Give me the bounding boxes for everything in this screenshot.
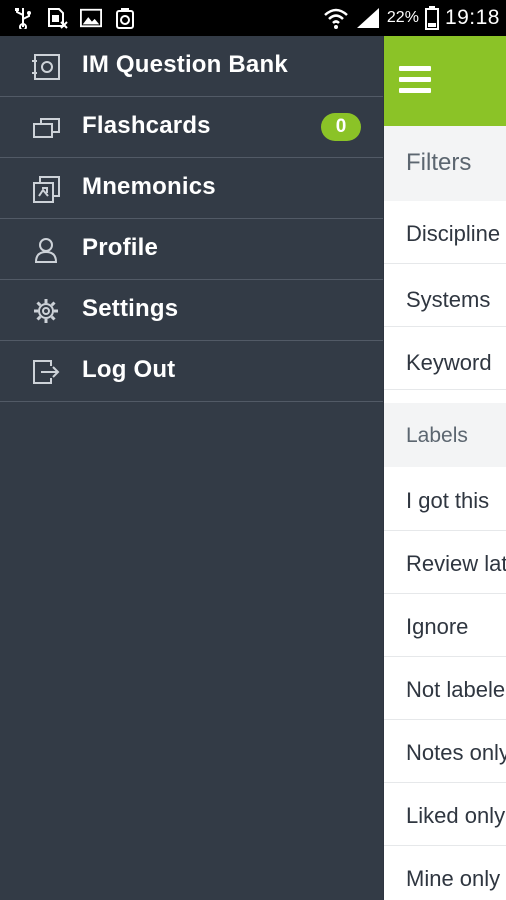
flashcards-icon [31,114,61,142]
app-toolbar [384,36,506,126]
flashcards-count-badge: 0 [321,113,361,141]
menu-item-label: Log Out [82,356,176,383]
battery-percent: 22% [386,9,419,26]
label-row[interactable]: Liked only [384,783,506,846]
question-bank-icon [31,53,61,81]
battery-icon [424,6,439,30]
menu-item-profile[interactable]: Profile [0,219,383,280]
labels-section-header: Labels [384,403,506,467]
recycle-icon [114,7,136,29]
menu-item-question-bank[interactable]: IM Question Bank [0,36,383,97]
signal-icon [355,7,381,29]
usb-icon [12,7,34,29]
filter-row-discipline[interactable]: Discipline [384,201,506,264]
menu-item-flashcards[interactable]: Flashcards 0 [0,97,383,158]
menu-item-label: Profile [82,234,159,261]
profile-icon [31,236,61,264]
mnemonics-icon [31,175,61,203]
menu-item-label: IM Question Bank [82,51,288,78]
filter-row-keyword[interactable]: Keyword [384,327,506,390]
filter-row-systems[interactable]: Systems [384,264,506,327]
label-row[interactable]: Notes only [384,720,506,783]
label-row[interactable]: Review later [384,531,506,594]
status-bar-left [12,6,136,30]
sim-icon [46,7,68,29]
label-row[interactable]: Mine only [384,846,506,900]
menu-item-label: Flashcards [82,112,211,139]
status-bar-right: 22% 19:18 [323,4,500,32]
menu-item-label: Mnemonics [82,173,216,200]
filters-panel: Filters Discipline Systems Keyword Label… [384,36,506,900]
wifi-icon [323,7,349,29]
logout-icon [31,358,61,386]
hamburger-menu-icon[interactable] [399,66,431,94]
menu-item-label: Settings [82,295,179,322]
settings-gear-icon [31,297,61,325]
image-icon [80,7,102,29]
clock: 19:18 [444,6,500,29]
menu-item-settings[interactable]: Settings [0,280,383,341]
label-row[interactable]: Ignore [384,594,506,657]
menu-item-logout[interactable]: Log Out [0,341,383,402]
filters-section-header: Filters [384,126,506,201]
label-row[interactable]: Not labeled [384,657,506,720]
label-row[interactable]: I got this [384,468,506,531]
menu-item-mnemonics[interactable]: Mnemonics [0,158,383,219]
navigation-drawer: IM Question Bank Flashcards 0 Mnemonics … [0,36,383,900]
status-bar: 22% 19:18 [0,0,506,36]
